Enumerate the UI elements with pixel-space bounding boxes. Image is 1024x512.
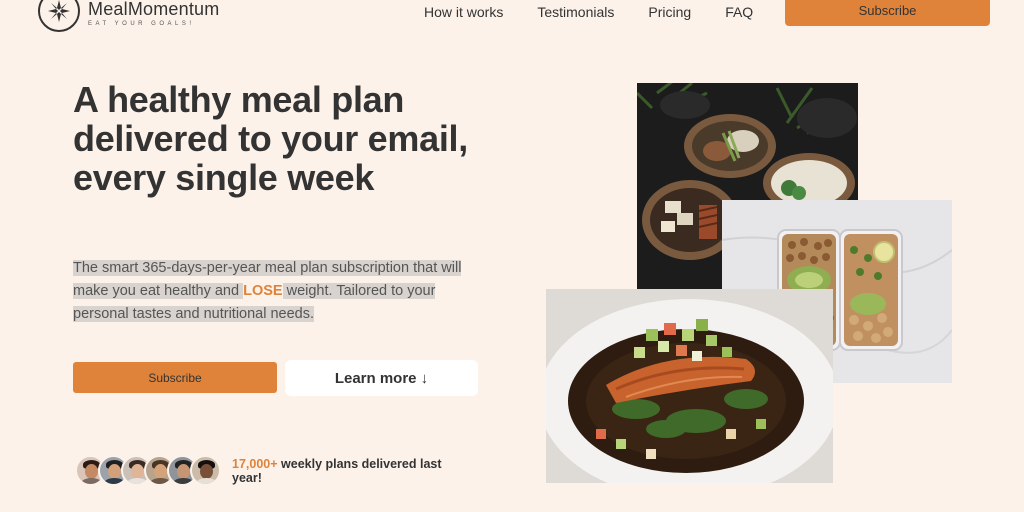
customer-avatars bbox=[75, 455, 221, 486]
nav-testimonials[interactable]: Testimonials bbox=[537, 4, 614, 20]
logo-icon bbox=[38, 0, 80, 32]
learn-more-button[interactable]: Learn more ↓ bbox=[285, 360, 478, 396]
avatar-icon bbox=[190, 455, 221, 486]
main-nav: How it works Testimonials Pricing FAQ bbox=[424, 4, 753, 20]
hero-title: A healthy meal plan delivered to your em… bbox=[73, 79, 468, 198]
header-subscribe-button[interactable]: Subscribe bbox=[785, 0, 990, 26]
plans-count: 17,000+ bbox=[232, 457, 278, 471]
brand-name: MealMomentum bbox=[88, 0, 220, 19]
salmon-dish-photo bbox=[546, 289, 833, 483]
nav-faq[interactable]: FAQ bbox=[725, 4, 753, 20]
social-proof-text: 17,000+ weekly plans delivered last year… bbox=[232, 457, 472, 485]
logo[interactable]: MealMomentum EAT YOUR GOALS! bbox=[38, 0, 219, 32]
hero-desc-emphasis: LOSE bbox=[243, 283, 283, 299]
hero-description: The smart 365-days-per-year meal plan su… bbox=[73, 257, 473, 326]
brand-tagline: EAT YOUR GOALS! bbox=[88, 20, 195, 27]
nav-how-it-works[interactable]: How it works bbox=[424, 4, 503, 20]
hero-subscribe-button[interactable]: Subscribe bbox=[73, 362, 277, 393]
landing-page: MealMomentum EAT YOUR GOALS! How it work… bbox=[0, 0, 1024, 512]
nav-pricing[interactable]: Pricing bbox=[648, 4, 691, 20]
